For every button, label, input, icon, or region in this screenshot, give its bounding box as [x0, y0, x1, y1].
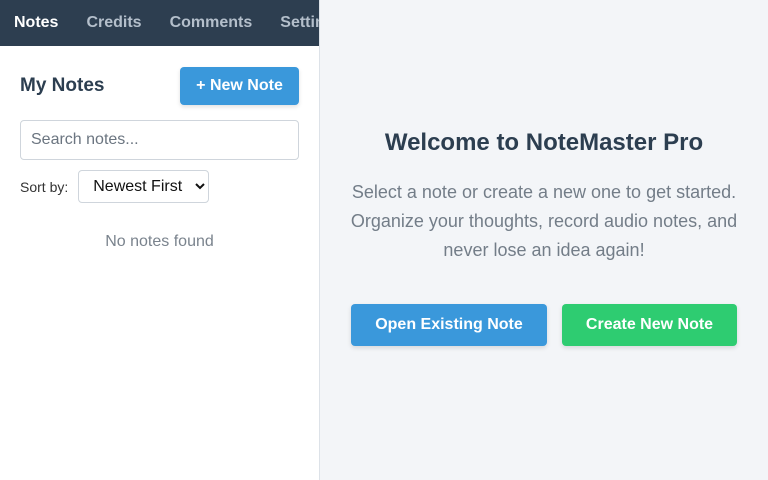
empty-notes-message: No notes found: [105, 233, 214, 250]
open-existing-note-button[interactable]: Open Existing Note: [351, 304, 547, 346]
sort-label: Sort by:: [20, 178, 69, 195]
new-note-button[interactable]: + New Note: [180, 67, 299, 105]
main-panel: Welcome to NoteMaster Pro Select a note …: [320, 0, 768, 480]
sort-select[interactable]: Newest First: [78, 170, 210, 203]
tab-credits[interactable]: Credits: [72, 0, 155, 46]
app-window: Notes Credits Comments Settings My Notes…: [0, 0, 768, 480]
welcome-description: Select a note or create a new one to get…: [350, 182, 738, 260]
top-nav: Notes Credits Comments Settings: [0, 0, 319, 46]
sort-row: Sort by: Newest First: [0, 160, 319, 203]
notes-title: My Notes: [20, 75, 105, 96]
tab-comments[interactable]: Comments: [156, 0, 267, 46]
search-container: [0, 105, 319, 160]
notes-header: My Notes + New Note: [0, 46, 319, 105]
search-input[interactable]: [20, 120, 299, 160]
tab-settings[interactable]: Settings: [266, 0, 319, 46]
tab-notes[interactable]: Notes: [0, 0, 72, 46]
action-buttons: Open Existing Note Create New Note: [351, 304, 737, 346]
create-new-note-button[interactable]: Create New Note: [562, 304, 737, 346]
welcome-title: Welcome to NoteMaster Pro: [384, 129, 704, 156]
sidebar: Notes Credits Comments Settings My Notes…: [0, 0, 320, 480]
